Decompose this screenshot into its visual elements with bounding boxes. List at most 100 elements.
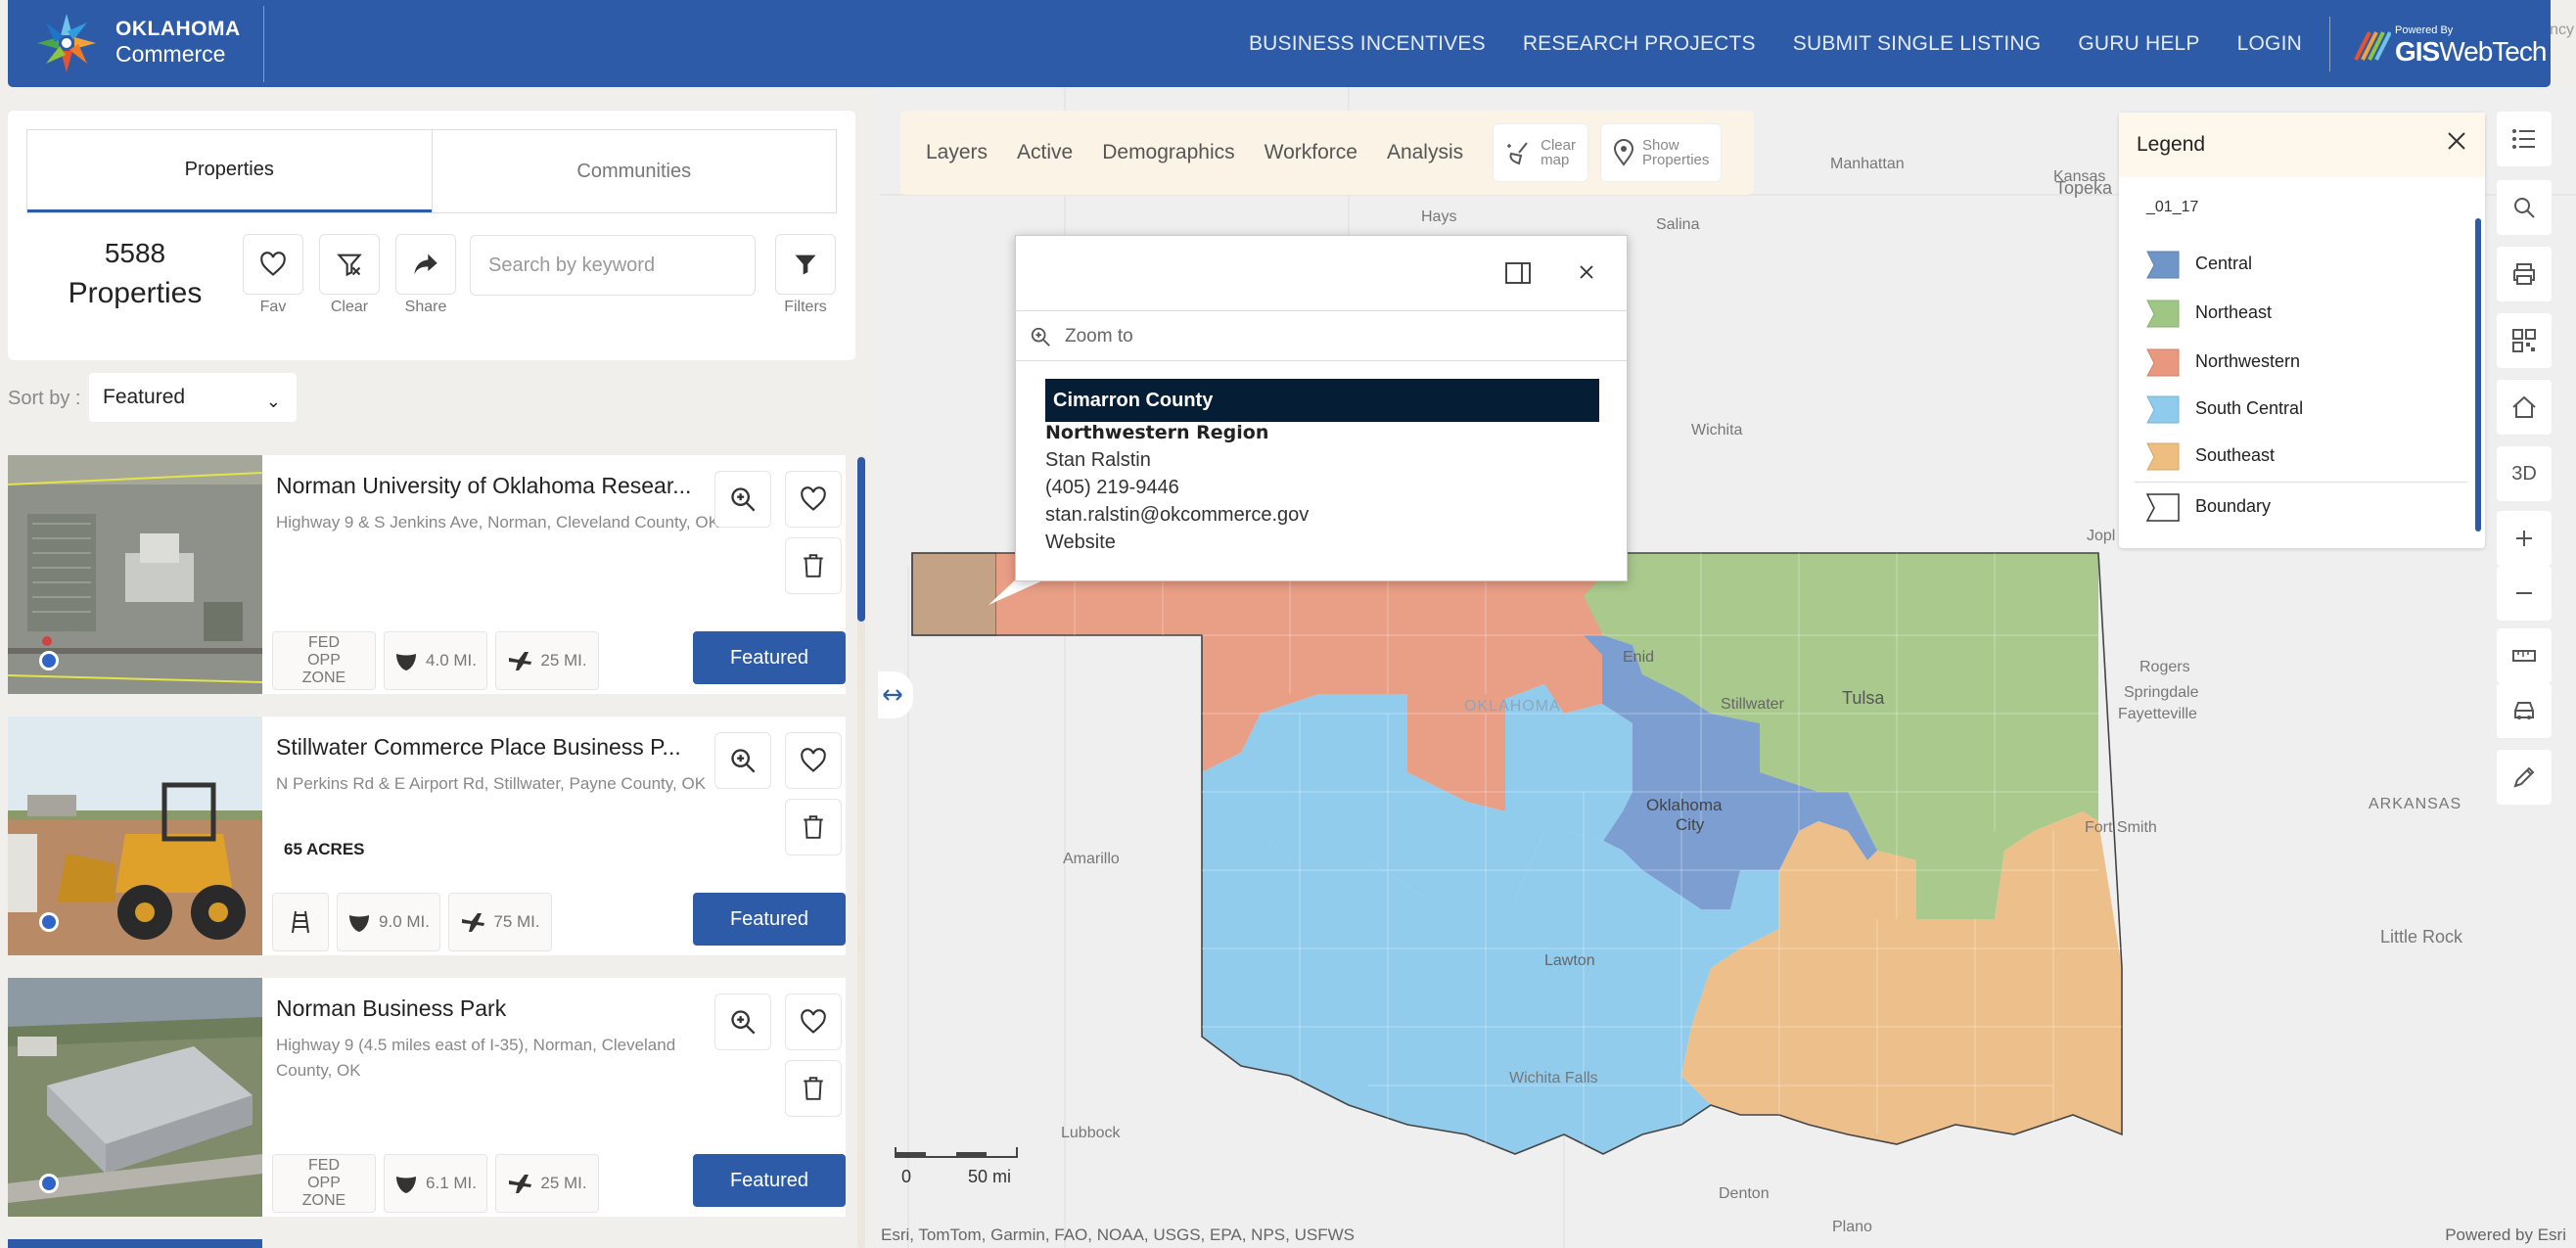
delete-button[interactable]	[785, 537, 842, 594]
okc-line1: Oklahoma	[1646, 796, 1723, 814]
fed-opp-zone-text: FED OPP ZONE	[301, 634, 346, 686]
legend-panel: Legend _01_17 Central Northeast Northwes…	[2119, 113, 2485, 548]
airplane-icon	[509, 1175, 532, 1193]
map-attribution: Esri, TomTom, Garmin, FAO, NOAA, USGS, E…	[879, 1225, 2576, 1248]
tab-demographics[interactable]: Demographics	[1102, 141, 1234, 164]
popup-website-link[interactable]: Website	[1045, 532, 1116, 554]
nav-research-projects[interactable]: RESEARCH PROJECTS	[1523, 32, 1756, 56]
map-label-springdale: Springdale	[2124, 684, 2199, 701]
list-scrollbar-thumb[interactable]	[857, 457, 865, 622]
nav-submit-single-listing[interactable]: SUBMIT SINGLE LISTING	[1793, 32, 2042, 56]
highway-distance: 4.0 MI.	[384, 631, 487, 690]
zoom-in-button[interactable]	[2497, 511, 2552, 566]
trash-icon	[804, 554, 823, 578]
carousel-dot[interactable]	[39, 1174, 59, 1193]
map-label-fort-smith: Fort Smith	[2085, 819, 2157, 836]
property-card[interactable]: Norman University of Oklahoma Resear... …	[8, 455, 846, 694]
zoom-to-property-button[interactable]	[714, 732, 771, 789]
map-label-stillwater: Stillwater	[1721, 696, 1784, 713]
featured-button[interactable]: Featured	[693, 1154, 846, 1207]
property-address: N Perkins Rd & E Airport Rd, Stillwater,…	[276, 774, 707, 793]
property-title[interactable]: Norman University of Oklahoma Resear...	[276, 473, 707, 499]
close-popup-button[interactable]	[1578, 263, 1595, 286]
tab-active[interactable]: Active	[1017, 141, 1073, 164]
draw-button[interactable]	[2497, 750, 2552, 805]
zoom-to-button[interactable]: Zoom to	[1016, 310, 1627, 361]
airport-distance-value: 25 MI.	[540, 651, 587, 670]
property-address: Highway 9 (4.5 miles east of I-35), Norm…	[276, 1036, 676, 1080]
powered-by-esri[interactable]: Powered by Esri	[2445, 1225, 2566, 1245]
tab-properties[interactable]: Properties	[27, 130, 432, 212]
measure-button[interactable]	[2497, 628, 2552, 683]
airport-distance: 75 MI.	[448, 893, 552, 951]
tab-workforce[interactable]: Workforce	[1265, 141, 1357, 164]
airport-distance-value: 25 MI.	[540, 1174, 587, 1192]
carousel-dot[interactable]	[39, 912, 59, 932]
nav-business-incentives[interactable]: BUSINESS INCENTIVES	[1249, 32, 1486, 56]
tab-layers[interactable]: Layers	[926, 141, 988, 164]
map-label-denton: Denton	[1719, 1185, 1770, 1202]
legend-scrollbar[interactable]	[2475, 218, 2481, 532]
gis-webtech-logo[interactable]: Powered By GISWebTech	[2329, 16, 2551, 71]
nav-guru-help[interactable]: GURU HELP	[2078, 32, 2199, 56]
list-scrollbar[interactable]	[857, 455, 865, 1248]
3d-view-button[interactable]: 3D	[2497, 446, 2552, 501]
clear-filters-button[interactable]	[319, 234, 380, 295]
favorite-button[interactable]	[785, 732, 842, 789]
tab-analysis[interactable]: Analysis	[1387, 141, 1463, 164]
home-extent-button[interactable]	[2497, 380, 2552, 435]
delete-button[interactable]	[785, 1060, 842, 1117]
filters-button[interactable]	[775, 234, 836, 295]
legend-swatch	[2146, 300, 2180, 328]
collapse-arrows-icon	[883, 689, 902, 701]
list-view-button[interactable]	[2497, 112, 2552, 166]
airplane-icon	[509, 652, 532, 670]
show-properties-button[interactable]: Show Properties	[1600, 123, 1723, 182]
tab-communities[interactable]: Communities	[431, 130, 837, 212]
map-label-manhattan: Manhattan	[1830, 156, 1905, 172]
sort-select[interactable]: Featured ⌄	[89, 373, 297, 422]
ruler-icon	[2512, 650, 2536, 662]
map-label-tulsa: Tulsa	[1842, 688, 1885, 708]
airport-distance-value: 75 MI.	[493, 912, 540, 931]
scale-fifty: 50 mi	[968, 1167, 1012, 1186]
print-button[interactable]	[2497, 247, 2552, 301]
close-legend-button[interactable]	[2446, 130, 2467, 157]
logo-mark-icon	[37, 14, 96, 72]
share-label: Share	[404, 299, 447, 315]
dock-popup-button[interactable]	[1505, 261, 1531, 290]
featured-button[interactable]: Featured	[693, 893, 846, 946]
airplane-icon	[462, 913, 485, 932]
property-card[interactable]: Stillwater Commerce Place Business P... …	[8, 716, 846, 955]
property-title[interactable]: Norman Business Park	[276, 995, 707, 1022]
filter-icon	[795, 254, 816, 275]
favorites-button[interactable]	[243, 234, 303, 295]
property-count-number: 5588	[104, 238, 166, 268]
show-properties-label: Show Properties	[1642, 138, 1709, 167]
property-title[interactable]: Stillwater Commerce Place Business P...	[276, 734, 707, 761]
map-label-hays: Hays	[1421, 208, 1457, 225]
favorite-button[interactable]	[785, 471, 842, 528]
logo-text-oklahoma: OKLAHOMA	[115, 18, 241, 40]
zoom-to-property-button[interactable]	[714, 471, 771, 528]
property-card-partial[interactable]	[8, 1239, 262, 1248]
oklahoma-commerce-logo[interactable]: OKLAHOMA Commerce	[29, 6, 264, 82]
share-button[interactable]	[395, 234, 456, 295]
map-search-button[interactable]	[2497, 180, 2552, 235]
qr-code-button[interactable]	[2497, 313, 2552, 368]
keyword-search-input[interactable]: Search by keyword	[470, 235, 756, 296]
delete-button[interactable]	[785, 799, 842, 855]
nav-login[interactable]: LOGIN	[2237, 32, 2302, 56]
drive-time-button[interactable]	[2497, 683, 2552, 738]
popup-email: stan.ralstin@okcommerce.gov	[1045, 504, 1310, 526]
featured-button[interactable]: Featured	[693, 631, 846, 684]
map-label-wichita: Wichita	[1691, 422, 1743, 439]
collapse-panel-button[interactable]	[878, 671, 913, 718]
carousel-dot[interactable]	[39, 651, 59, 670]
property-card[interactable]: 3D Norman Business Park Highway 9 (4.5 m…	[8, 978, 846, 1217]
map-label-lubbock: Lubbock	[1061, 1125, 1121, 1141]
zoom-to-property-button[interactable]	[714, 994, 771, 1050]
favorite-button[interactable]	[785, 994, 842, 1050]
zoom-out-button[interactable]	[2497, 566, 2552, 621]
clear-map-button[interactable]: Clear map	[1493, 123, 1588, 182]
